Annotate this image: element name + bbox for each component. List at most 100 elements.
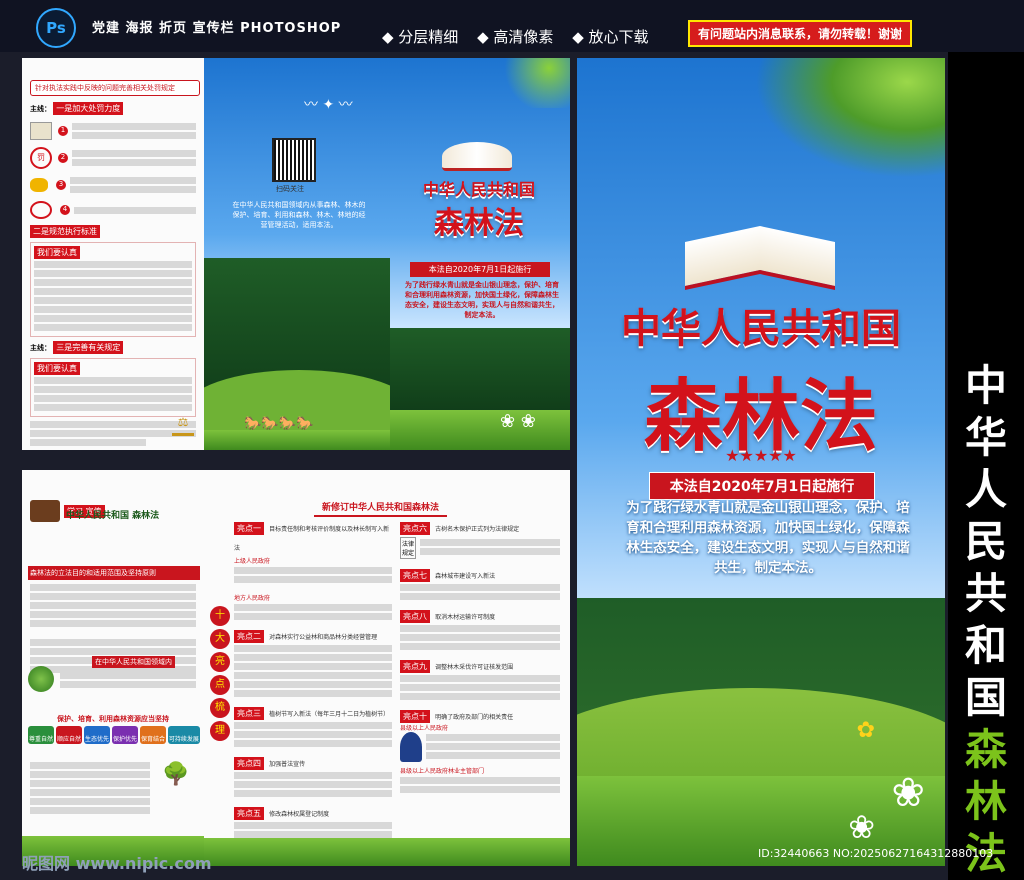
- highlight-label: 亮点九: [400, 660, 430, 673]
- ten-highlights-column: 十 大 亮 点 梳 理: [210, 606, 230, 741]
- birds-icon: 〰 ✦ 〰: [304, 97, 353, 113]
- section-title: 森林法的立法目的和适用范围及坚持原则: [28, 566, 200, 580]
- panel-header: 针对执法实践中反映的问题完善相关处罚规定: [30, 80, 200, 96]
- notice-badge: 有问题站内消息联系，请勿转载！谢谢: [688, 20, 913, 47]
- item-number: 1: [58, 126, 68, 136]
- highlight-text: 取消木材运输许可制度: [435, 614, 496, 621]
- line-label: 主线：: [30, 105, 51, 113]
- we-focus-label: 我们要认真: [34, 246, 80, 259]
- ten-char: 理: [210, 721, 230, 741]
- ten-char: 大: [210, 629, 230, 649]
- small-cover-panel: 中华人民共和国 森林法 本法自2020年7月1日起施行 为了践行绿水青山就是金山…: [390, 58, 570, 450]
- book-icon: [30, 122, 52, 140]
- tagline: 党建 海报 折页 宣传栏 PHOTOSHOP: [92, 21, 342, 36]
- highlight-item: 亮点一 目标责任制和考核评价制度以及林长制写入新法 上级人民政府 地方人民政府: [234, 516, 392, 620]
- highlight-item: 亮点八 取消木材运输许可制度: [400, 604, 560, 650]
- penalty-icon: 罚: [30, 147, 52, 169]
- cover-effective-banner: 本法自2020年7月1日起施行: [649, 472, 875, 500]
- yellow-flower-icon: ✿: [856, 718, 875, 743]
- line-three: 三是完善有关规定: [53, 341, 124, 354]
- highlight-label: 亮点七: [400, 569, 430, 582]
- principle-badge: 保育结合: [139, 726, 166, 744]
- ten-char: 十: [210, 606, 230, 626]
- highlight-text: 修改森林权属登记制度: [269, 811, 330, 818]
- line-one: 一是加大处罚力度: [53, 102, 124, 115]
- scan-label: 扫码关注: [276, 185, 304, 193]
- highlight-label: 亮点五: [234, 807, 264, 820]
- inside-left-panel: 学习 宣传 中华人民共和国 森林法 森林法的立法目的和适用范围及坚持原则 在中华…: [22, 470, 204, 866]
- highlight-item: 亮点九 调整林木采伐许可证核发范围: [400, 654, 560, 700]
- highlight-item: 亮点五 修改森林权属登记制度: [234, 801, 392, 838]
- ten-char: 梳: [210, 698, 230, 718]
- ten-char: 点: [210, 675, 230, 695]
- principle-badge: 生态优先: [83, 726, 110, 744]
- left-info-panel: 针对执法实践中反映的问题完善相关处罚规定 主线： 一是加大处罚力度 1 罚 2 …: [22, 58, 204, 450]
- line-two: 二是规范执行标准: [30, 225, 100, 238]
- daisy-flowers-icon: ❀: [848, 808, 875, 846]
- highlight-item: 亮点六 古树名木保护正式列为法律规定 法律 规定: [400, 516, 560, 559]
- feature-item: ◆ 放心下载: [572, 28, 649, 46]
- highlight-label: 亮点六: [400, 522, 430, 535]
- image-id: ID:32440663 NO:20250627164312880103: [758, 847, 994, 860]
- highlight-label: 亮点八: [400, 610, 430, 623]
- stars-decoration: ★★★★★: [725, 446, 797, 465]
- principle-badge: 可持续发展: [167, 726, 200, 744]
- scales-icon: ⚖: [172, 415, 194, 436]
- ten-char: 亮: [210, 652, 230, 672]
- inside-highlights-panel: 新修订中华人民共和国森林法 十 大 亮 点 梳 理 亮点一 目标责任制和考核评价…: [204, 470, 570, 866]
- handcuff-icon: [30, 201, 52, 219]
- highlight-label: 亮点二: [234, 630, 264, 643]
- upper-gov-label: 上级人民政府: [234, 558, 271, 565]
- open-book-icon: [685, 218, 835, 290]
- highlight-item: 亮点十 明确了政府及部门的相关责任 县级以上人民政府 县级以上人民政府林业主管部…: [400, 704, 560, 793]
- scope-title: 在中华人民共和国领域内: [92, 656, 175, 668]
- principle-badge: 尊重自然: [28, 726, 55, 744]
- landscape-icon: [28, 666, 54, 692]
- principle-badge: 顺应自然: [55, 726, 82, 744]
- forestry-dept-label: 县级以上人民政府林业主管部门: [400, 768, 485, 775]
- small-cover-title: 中华人民共和国: [422, 180, 535, 199]
- highlight-text: 明确了政府及部门的相关责任: [435, 714, 514, 721]
- we-focus-label: 我们要认真: [34, 362, 80, 375]
- qr-code-icon: [272, 138, 316, 182]
- small-cover-effective: 本法自2020年7月1日起施行: [410, 262, 550, 277]
- highlight-item: 亮点四 加强普法宣传: [234, 751, 392, 797]
- feature-list: ◆ 分层精细 ◆ 高清像素 ◆ 放心下载: [382, 26, 663, 47]
- leaves-icon: [500, 58, 570, 108]
- cover-title: 中华人民共和国: [621, 306, 901, 352]
- small-cover-intro: 为了践行绿水青山就是金山银山理念，保护、培育和合理利用森林资源，加快国土绿化，保…: [405, 281, 559, 319]
- watermark: 昵图网 www.nipic.com: [22, 854, 212, 873]
- highlight-text: 调整林木采伐许可证核发范围: [435, 664, 514, 671]
- bamboo-leaves-icon: [755, 58, 945, 178]
- item-number: 4: [60, 205, 70, 215]
- people-planting-icon: 🌳: [162, 762, 190, 787]
- highlight-text: 植树节写入新法（每年三月十二日为植树节）: [269, 711, 390, 718]
- officer-icon: [400, 732, 422, 762]
- highlight-label: 亮点十: [400, 710, 430, 723]
- local-gov-label: 地方人民政府: [234, 595, 271, 602]
- highlight-label: 亮点三: [234, 707, 264, 720]
- logo-icon: [30, 500, 60, 522]
- law-box: 法律 规定: [400, 537, 417, 559]
- vertical-title: 中 华 人 民 共 和 国 森 林 法: [964, 361, 1007, 878]
- highlight-label: 亮点一: [234, 522, 264, 535]
- above-gov-label: 县级以上人民政府: [400, 725, 449, 732]
- cover-panel: 中华人民共和国 森林法 ★★★★★ 本法自2020年7月1日起施行 为了践行绿水…: [577, 58, 945, 866]
- highlight-text: 古树名木保护正式列为法律规定: [435, 526, 520, 533]
- highlight-text: 对森林实行公益林和商品林分类经营管理: [269, 634, 378, 641]
- principle-badge: 保护优先: [111, 726, 138, 744]
- highlight-item: 亮点三 植树节写入新法（每年三月十二日为植树节）: [234, 701, 392, 747]
- highlights-banner: 新修订中华人民共和国森林法: [314, 498, 448, 517]
- inside-law-name: 中华人民共和国 森林法: [66, 511, 160, 521]
- coins-icon: [30, 178, 48, 192]
- photo-panel: 〰 ✦ 〰 扫码关注 在中华人民共和国领域内从事森林、林木的保护、培育、利用和森…: [204, 58, 390, 450]
- book-icon: [442, 142, 512, 171]
- highlight-label: 亮点四: [234, 757, 264, 770]
- cover-intro: 为了践行绿水青山就是金山银山理念，保护、培育和合理利用森林资源，加快国土绿化，保…: [626, 500, 910, 576]
- applies-text: 在中华人民共和国领域内从事森林、林木的保护、培育、利用和森林、林木、林地的经营管…: [232, 201, 366, 229]
- highlight-text: 森林城市建设写入新法: [435, 573, 496, 580]
- line-label: 主线：: [30, 344, 51, 352]
- daisy-flowers-icon: ❀: [891, 770, 925, 816]
- highlight-item: 亮点七 森林城市建设写入新法: [400, 563, 560, 600]
- small-cover-law: 森林法: [434, 206, 524, 241]
